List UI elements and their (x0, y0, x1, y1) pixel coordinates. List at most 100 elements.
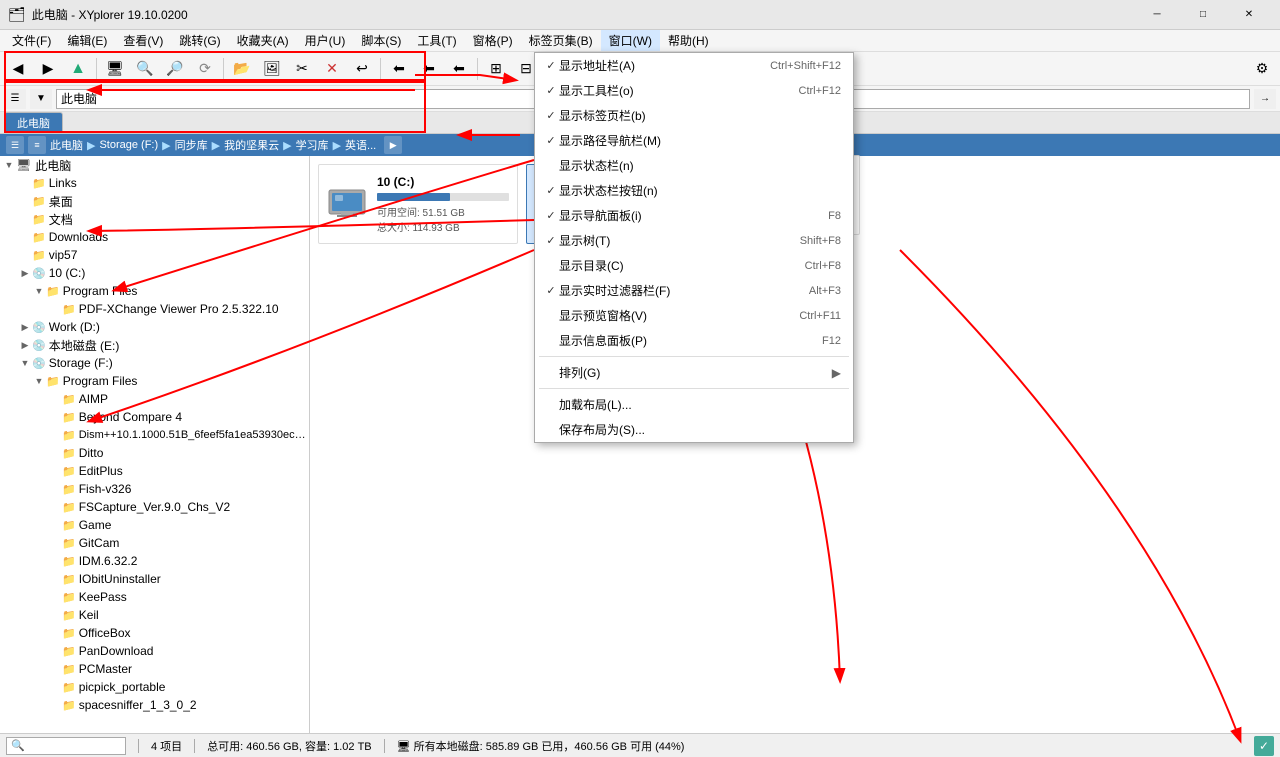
dm-show-livefilter[interactable]: ✓ 显示实时过滤器栏(F) Alt+F3 (535, 278, 853, 303)
menu-help[interactable]: 帮助(H) (660, 30, 717, 51)
addr-go-btn[interactable]: → (1254, 89, 1276, 109)
dm-show-breadcrumb[interactable]: ✓ 显示路径导航栏(M) (535, 128, 853, 153)
dm-show-statusbuttons[interactable]: ✓ 显示状态栏按钮(n) (535, 178, 853, 203)
menu-goto[interactable]: 跳转(G) (171, 30, 228, 51)
undo-button[interactable]: ↩ (348, 55, 376, 83)
expand-icon[interactable]: ▶ (18, 320, 32, 334)
dm-show-preview[interactable]: 显示预览窗格(V) Ctrl+F11 (535, 303, 853, 328)
drive-button[interactable]: 🖥 (101, 55, 129, 83)
tree-item-f-progfiles[interactable]: ▼ 📁 Program Files (0, 372, 309, 390)
tree-item-pandownload[interactable]: 📁 PanDownload (0, 642, 309, 660)
tree-item-spacesniffer[interactable]: 📁 spacesniffer_1_3_0_2 (0, 696, 309, 714)
menu-edit[interactable]: 编辑(E) (59, 30, 115, 51)
tree-item-vip57[interactable]: 📁 vip57 (0, 246, 309, 264)
menu-script[interactable]: 脚本(S) (353, 30, 409, 51)
forward-button[interactable]: ▶ (34, 55, 62, 83)
menu-view[interactable]: 查看(V) (115, 30, 171, 51)
tree-item-pcmaster[interactable]: 📁 PCMaster (0, 660, 309, 678)
tab-this-pc[interactable]: 此电脑 (4, 112, 63, 133)
minimize-button[interactable]: ─ (1134, 0, 1180, 30)
tree-item-game[interactable]: 📁 Game (0, 516, 309, 534)
maximize-button[interactable]: □ (1180, 0, 1226, 30)
dm-show-tabbar[interactable]: ✓ 显示标签页栏(b) (535, 103, 853, 128)
dm-show-infopanel[interactable]: 显示信息面板(P) F12 (535, 328, 853, 353)
close-button[interactable]: ✕ (1226, 0, 1272, 30)
menu-window[interactable]: 窗口(W) (601, 30, 660, 51)
cut-button[interactable]: ✂ (288, 55, 316, 83)
tree-item-fish[interactable]: 📁 Fish-v326 (0, 480, 309, 498)
expand-icon[interactable]: ▶ (18, 338, 32, 352)
tree-item-iobit[interactable]: 📁 IObitUninstaller (0, 570, 309, 588)
dm-show-tree[interactable]: ✓ 显示树(T) Shift+F8 (535, 228, 853, 253)
tree-item-idm[interactable]: 📁 IDM.6.32.2 (0, 552, 309, 570)
dm-show-navpanel[interactable]: ✓ 显示导航面板(i) F8 (535, 203, 853, 228)
bc-nutstore[interactable]: 我的坚果云 (224, 137, 279, 153)
copy-path-button[interactable]: ⬅ (385, 55, 413, 83)
tree-item-fscapture[interactable]: 📁 FSCapture_Ver.9.0_Chs_V2 (0, 498, 309, 516)
dm-arrange[interactable]: 排列(G) ▶ (535, 360, 853, 385)
back-button[interactable]: ◀ (4, 55, 32, 83)
addr-list-btn[interactable]: ▼ (30, 89, 52, 109)
bc-menu-btn[interactable]: ☰ (6, 136, 24, 154)
tree-item-editplus[interactable]: 📁 EditPlus (0, 462, 309, 480)
bc-study[interactable]: 学习库 (296, 137, 329, 153)
tree-item-pdf-xchange[interactable]: 📁 PDF-XChange Viewer Pro 2.5.322.10 (0, 300, 309, 318)
tree-item-docs[interactable]: 📁 文档 (0, 210, 309, 228)
preview-button[interactable]: 🖼 (258, 55, 286, 83)
tree-item-downloads[interactable]: 📁 Downloads (0, 228, 309, 246)
bc-right-btn[interactable]: ▶ (384, 136, 402, 154)
dm-show-statusbar[interactable]: 显示状态栏(n) (535, 153, 853, 178)
menu-pane[interactable]: 窗格(P) (465, 30, 521, 51)
tree-item-keepass[interactable]: 📁 KeePass (0, 588, 309, 606)
expand-icon[interactable]: ▼ (32, 374, 46, 388)
up-button[interactable]: ▲ (64, 55, 92, 83)
bc-pc[interactable]: 此电脑 (50, 137, 83, 153)
expand-icon[interactable]: ▼ (2, 158, 16, 172)
menu-tabset[interactable]: 标签页集(B) (521, 30, 601, 51)
expand-icon[interactable]: ▶ (18, 266, 32, 280)
tree-item-c-drive[interactable]: ▶ 💿 10 (C:) (0, 264, 309, 282)
dm-show-toolbar[interactable]: ✓ 显示工具栏(o) Ctrl+F12 (535, 78, 853, 103)
find-button[interactable]: 🔎 (161, 55, 189, 83)
status-search-input[interactable] (6, 737, 126, 755)
tree-item-f-drive[interactable]: ▼ 💿 Storage (F:) (0, 354, 309, 372)
expand-icon[interactable]: ▼ (32, 284, 46, 298)
tree-item-e-drive[interactable]: ▶ 💿 本地磁盘 (E:) (0, 336, 309, 354)
tree-item-c-progfiles[interactable]: ▼ 📁 Program Files (0, 282, 309, 300)
tree-item-picpick[interactable]: 📁 picpick_portable (0, 678, 309, 696)
tree-item-beyond-compare[interactable]: 📁 Beyond Compare 4 (0, 408, 309, 426)
bc-storage[interactable]: Storage (F:) (99, 139, 158, 151)
delete-button[interactable]: ✕ (318, 55, 346, 83)
new-tab-button[interactable]: ⊞ (482, 55, 510, 83)
search-button[interactable]: 🔍 (131, 55, 159, 83)
tree-item-officebox[interactable]: 📁 OfficeBox (0, 624, 309, 642)
bc-sync[interactable]: 同步库 (175, 137, 208, 153)
dm-save-layout[interactable]: 保存布局为(S)... (535, 417, 853, 442)
tree-item-dism[interactable]: 📁 Dism++10.1.1000.51B_6feef5fa1ea53930ec… (0, 426, 309, 444)
dm-load-layout[interactable]: 加载布局(L)... (535, 392, 853, 417)
tree-item-gitcam[interactable]: 📁 GitCam (0, 534, 309, 552)
settings-button[interactable]: ⚙ (1248, 55, 1276, 83)
bc-list-btn[interactable]: ≡ (28, 136, 46, 154)
expand-icon[interactable]: ▼ (18, 356, 32, 370)
tree-item-keil[interactable]: 📁 Keil (0, 606, 309, 624)
menu-file[interactable]: 文件(F) (4, 30, 59, 51)
tree-item-aimp[interactable]: 📁 AIMP (0, 390, 309, 408)
menu-favorites[interactable]: 收藏夹(A) (229, 30, 297, 51)
dm-show-addressbar[interactable]: ✓ 显示地址栏(A) Ctrl+Shift+F12 (535, 53, 853, 78)
drive-card-c[interactable]: 10 (C:) 可用空间: 51.51 GB 总大小: 114.93 GB (318, 164, 518, 244)
sync-button[interactable]: ⟳ (191, 55, 219, 83)
menu-user[interactable]: 用户(U) (297, 30, 354, 51)
menu-tools[interactable]: 工具(T) (409, 30, 464, 51)
rename-button[interactable]: ⬅ (445, 55, 473, 83)
tree-item-desktop[interactable]: 📁 桌面 (0, 192, 309, 210)
tree-item-this-pc[interactable]: ▼ 🖥 此电脑 (0, 156, 309, 174)
paste-button[interactable]: ⬅ (415, 55, 443, 83)
tree-item-ditto[interactable]: 📁 Ditto (0, 444, 309, 462)
tree-item-d-drive[interactable]: ▶ 💿 Work (D:) (0, 318, 309, 336)
addr-nav-btn[interactable]: ☰ (4, 89, 26, 109)
tree-item-links[interactable]: 📁 Links (0, 174, 309, 192)
open-button[interactable]: 📂 (228, 55, 256, 83)
bc-english[interactable]: 英语... (345, 137, 376, 153)
dm-show-catalog[interactable]: 显示目录(C) Ctrl+F8 (535, 253, 853, 278)
